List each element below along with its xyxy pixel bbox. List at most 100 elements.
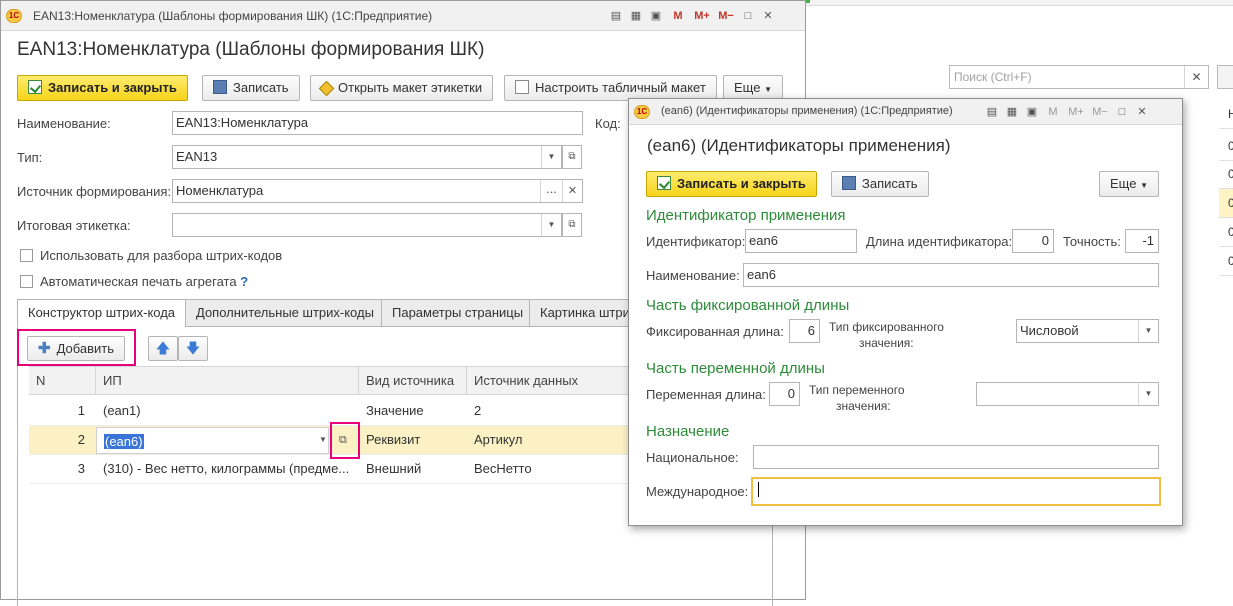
maximize-icon[interactable]: □ [1113, 103, 1131, 121]
column-source-kind[interactable]: Вид источника [359, 367, 467, 395]
dialog-save-and-close-button[interactable]: Записать и закрыть [646, 171, 817, 197]
page-title: EAN13:Номенклатура (Шаблоны формирования… [17, 39, 485, 60]
memory-m-minus-icon[interactable]: M− [1089, 103, 1111, 121]
main-titlebar: 1С EAN13:Номенклатура (Шаблоны формирова… [1, 1, 805, 31]
chevron-down-icon[interactable]: ▼ [1138, 383, 1158, 405]
calendar-icon[interactable]: ▣ [1023, 103, 1041, 121]
national-label: Национальное: [646, 450, 739, 465]
use-parse-checkbox[interactable] [20, 249, 33, 262]
dialog-more-button[interactable]: Еще ▼ [1099, 171, 1159, 197]
identifier-dialog: 1С (ean6) (Идентификаторы применения) (1… [628, 98, 1183, 526]
background-cell: 0 [1219, 189, 1233, 218]
variable-type-select[interactable]: ▼ [976, 382, 1159, 406]
dialog-name-field[interactable]: ean6 [743, 263, 1159, 287]
column-ip[interactable]: ИП [96, 367, 359, 395]
source-label: Источник формирования: [17, 184, 172, 199]
memory-m-icon[interactable]: M [667, 7, 689, 25]
close-icon[interactable]: ✕ [1133, 103, 1151, 121]
print-icon[interactable]: ▤ [983, 103, 1001, 121]
chevron-down-icon: ▼ [1140, 181, 1148, 190]
dialog-name-label: Наименование: [646, 268, 740, 283]
clear-search-icon[interactable]: ✕ [1184, 66, 1208, 88]
search-placeholder: Поиск (Ctrl+F) [954, 70, 1032, 84]
auto-print-label: Автоматическая печать агрегата ? [40, 274, 249, 289]
international-field[interactable] [751, 477, 1161, 506]
print-icon[interactable]: ▤ [607, 7, 625, 25]
identifier-length-field[interactable]: 0 [1012, 229, 1054, 253]
variable-length-label: Переменная длина: [646, 387, 766, 402]
international-label: Международное: [646, 484, 749, 499]
chevron-down-icon[interactable]: ▼ [1138, 320, 1158, 342]
memory-m-minus-icon[interactable]: M− [715, 7, 737, 25]
1c-logo-icon: 1С [6, 9, 22, 23]
maximize-icon[interactable]: □ [739, 7, 757, 25]
auto-print-checkbox[interactable] [20, 275, 33, 288]
identifier-field[interactable]: ean6 [745, 229, 857, 253]
main-window-title: EAN13:Номенклатура (Шаблоны формирования… [33, 9, 433, 23]
dialog-window-title: (ean6) (Идентификаторы применения) (1С:П… [661, 105, 953, 117]
table-layout-icon [515, 80, 529, 94]
tab-barcode-constructor[interactable]: Конструктор штрих-кода [17, 299, 187, 327]
background-search-button[interactable] [1217, 65, 1233, 89]
precision-label: Точность: [1063, 234, 1121, 249]
calculator-icon[interactable]: ▦ [627, 7, 645, 25]
dialog-save-button[interactable]: Записать [831, 171, 929, 197]
save-and-close-button[interactable]: Записать и закрыть [17, 75, 188, 101]
calculator-icon[interactable]: ▦ [1003, 103, 1021, 121]
column-n[interactable]: N [29, 367, 96, 395]
check-icon [657, 176, 671, 190]
text-cursor [758, 482, 759, 497]
memory-m-plus-icon[interactable]: M+ [1065, 103, 1087, 121]
memory-m-icon[interactable]: M [1043, 103, 1063, 121]
choose-icon[interactable]: ... [540, 180, 562, 202]
source-field[interactable]: Номенклатура ... ✕ [172, 179, 583, 203]
use-parse-label: Использовать для разбора штрих-кодов [40, 248, 283, 263]
fixed-length-label: Фиксированная длина: [646, 324, 784, 339]
dialog-titlebar: 1С (ean6) (Идентификаторы применения) (1… [629, 99, 1182, 125]
fixed-length-field[interactable]: 6 [789, 319, 820, 343]
move-down-button[interactable]: 🡇 [178, 336, 208, 361]
dialog-heading: (ean6) (Идентификаторы применения) [647, 136, 951, 155]
chevron-down-icon[interactable]: ▼ [541, 214, 561, 236]
clear-icon[interactable]: ✕ [562, 180, 582, 202]
close-icon[interactable]: ✕ [759, 7, 777, 25]
help-icon[interactable]: ? [240, 274, 248, 289]
label-tag-icon [318, 80, 335, 97]
highlight-add-button [17, 329, 136, 366]
ip-cell-editor[interactable]: (ean6) [96, 427, 329, 454]
fixed-type-select[interactable]: Числовой ▼ [1016, 319, 1159, 343]
open-icon[interactable]: ⧉ [562, 145, 582, 169]
floppy-icon [213, 80, 227, 94]
final-label-label: Итоговая этикетка: [17, 218, 131, 233]
background-cell: 0 [1219, 132, 1233, 161]
tab-page-params[interactable]: Параметры страницы [381, 299, 535, 327]
open-icon[interactable]: ⧉ [562, 213, 582, 237]
type-select[interactable]: EAN13 ▼ [172, 145, 562, 169]
background-cell: 0 [1219, 218, 1233, 247]
type-label: Тип: [17, 150, 43, 165]
background-search-input[interactable]: Поиск (Ctrl+F) ✕ [949, 65, 1209, 89]
background-cell: 0 [1219, 160, 1233, 189]
variable-type-label: Тип переменного [809, 383, 905, 397]
chevron-down-icon[interactable]: ▼ [541, 146, 561, 168]
identifier-label: Идентификатор: [646, 234, 746, 249]
tab-picture[interactable]: Картинка штри [529, 299, 629, 327]
tab-additional-barcodes[interactable]: Дополнительные штрих-коды [185, 299, 385, 327]
name-field[interactable]: EAN13:Номенклатура [172, 111, 583, 135]
highlight-open-button [330, 422, 360, 459]
open-label-layout-button[interactable]: Открыть макет этикетки [310, 75, 494, 101]
move-up-button[interactable]: 🡅 [148, 336, 178, 361]
precision-field[interactable]: -1 [1125, 229, 1159, 253]
final-label-select[interactable]: ▼ [172, 213, 562, 237]
calendar-icon[interactable]: ▣ [647, 7, 665, 25]
save-button[interactable]: Записать [202, 75, 300, 101]
national-field[interactable] [753, 445, 1159, 469]
chevron-down-icon[interactable]: ▼ [316, 426, 330, 454]
arrow-down-icon: 🡇 [185, 340, 201, 356]
section-variable-part: Часть переменной длины [646, 360, 825, 377]
chevron-down-icon: ▼ [764, 85, 772, 94]
fixed-type-label-2: значения: [859, 336, 914, 350]
memory-m-plus-icon[interactable]: M+ [691, 7, 713, 25]
variable-length-field[interactable]: 0 [769, 382, 800, 406]
identifier-length-label: Длина идентификатора: [866, 234, 1013, 249]
